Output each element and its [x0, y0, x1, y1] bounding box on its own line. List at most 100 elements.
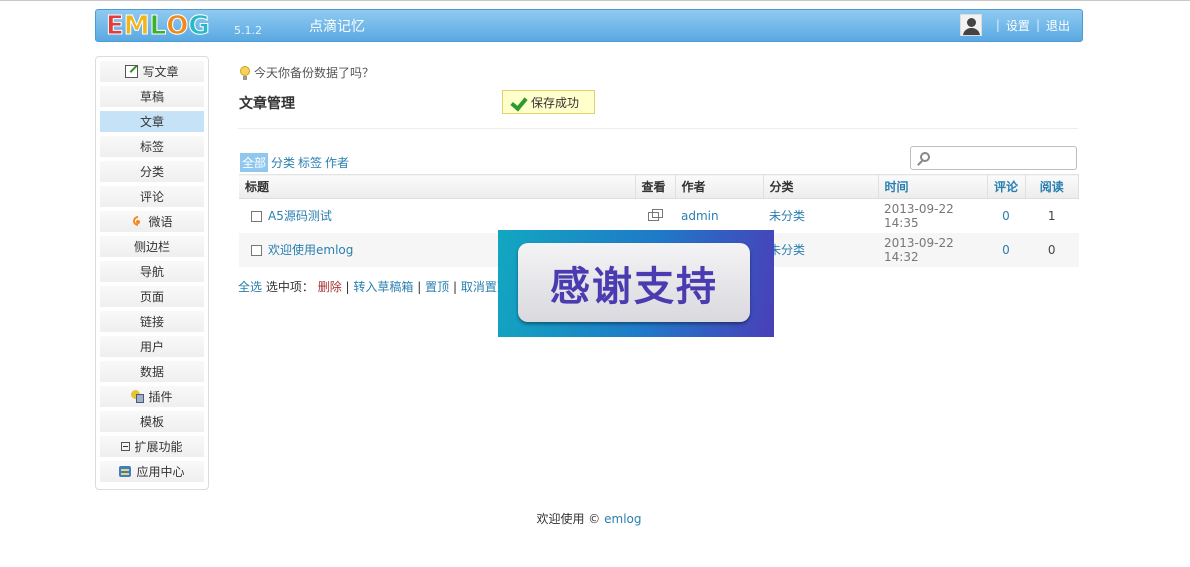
thanks-banner-panel: 感谢支持: [518, 243, 750, 322]
sidebar-item[interactable]: 评论: [100, 186, 204, 207]
search-input[interactable]: [910, 146, 1077, 170]
delete-link[interactable]: 删除: [318, 280, 342, 294]
post-reads: 0: [1025, 232, 1079, 267]
sidebar-item-label: 微语: [148, 215, 173, 229]
sidebar-item[interactable]: 页面: [100, 286, 204, 307]
table-row: A5源码测试 admin 未分类 2013-09-22 14:35 0 1: [239, 199, 1079, 233]
success-message: 保存成功: [502, 90, 595, 114]
settings-link[interactable]: 设置: [1006, 17, 1030, 34]
footer-emlog-link[interactable]: emlog: [604, 512, 641, 526]
selected-label: 选中项：: [265, 280, 314, 294]
sidebar-item[interactable]: 侧边栏: [100, 236, 204, 257]
post-title-link[interactable]: 欢迎使用emlog: [268, 243, 353, 257]
sidebar-item-label: 模板: [139, 415, 164, 429]
backup-tip: 今天你备份数据了吗？: [240, 64, 374, 81]
sidebar-item[interactable]: 插件: [100, 386, 204, 407]
divider: [238, 128, 1078, 129]
avatar[interactable]: [959, 14, 982, 36]
emlog-logo[interactable]: EMLOG: [106, 11, 211, 41]
filter-all[interactable]: 全部: [240, 153, 269, 172]
sidebar-item[interactable]: 扩展功能: [100, 436, 204, 457]
sidebar-nav: 写文章草稿文章标签分类评论微语侧边栏导航页面链接用户数据插件模板扩展功能应用中心: [95, 56, 209, 490]
plugin-icon: [131, 390, 145, 403]
logo-letter: G: [188, 11, 210, 41]
sidebar-item[interactable]: 分类: [100, 161, 204, 182]
search-icon: [920, 152, 930, 162]
logo-letter: L: [149, 11, 167, 41]
sidebar-item[interactable]: 微语: [100, 211, 204, 232]
sidebar-item-label: 导航: [139, 265, 164, 279]
sidebar-item-label: 写文章: [142, 65, 179, 79]
blog-name-link[interactable]: 点滴记忆: [309, 16, 365, 36]
logo-letter: E: [106, 11, 125, 41]
col-reads-sort[interactable]: 阅读: [1025, 174, 1079, 199]
app-center-icon: [119, 465, 132, 478]
edit-icon: [125, 65, 139, 78]
sidebar-item-label: 文章: [139, 115, 164, 129]
lightbulb-icon: [240, 65, 250, 80]
separator: |: [345, 280, 350, 294]
sidebar-item[interactable]: 用户: [100, 336, 204, 357]
sidebar-item[interactable]: 链接: [100, 311, 204, 332]
separator: |: [1035, 18, 1040, 32]
col-title: 标题: [239, 174, 636, 199]
logout-link[interactable]: 退出: [1046, 17, 1070, 34]
thanks-banner-text: 感谢支持: [550, 263, 718, 310]
pin-link[interactable]: 置顶: [425, 280, 449, 294]
sidebar-item[interactable]: 导航: [100, 261, 204, 282]
col-comments-sort[interactable]: 评论: [987, 174, 1026, 199]
filter-tag[interactable]: 标签: [298, 154, 322, 171]
post-time: 2013-09-22 14:35: [884, 201, 954, 230]
separator: |: [452, 280, 458, 294]
sidebar-item[interactable]: 数据: [100, 361, 204, 382]
checkmark-icon: [513, 97, 527, 107]
sidebar-item[interactable]: 文章: [100, 111, 204, 132]
col-view: 查看: [635, 174, 676, 199]
success-message-text: 保存成功: [531, 95, 580, 110]
sidebar-item-label: 分类: [139, 165, 164, 179]
col-category: 分类: [763, 174, 879, 199]
sidebar-item-label: 扩展功能: [134, 440, 183, 454]
separator: |: [995, 18, 1000, 32]
post-time: 2013-09-22 14:32: [878, 232, 987, 267]
logo-letter: M: [123, 11, 150, 41]
post-reads: 1: [1047, 208, 1056, 223]
top-border: [0, 0, 1190, 1]
sidebar-item-label: 页面: [139, 290, 164, 304]
header-user-menu: | 设置 | 退出: [959, 14, 1070, 36]
sidebar-item[interactable]: 模板: [100, 411, 204, 432]
sidebar-item-label: 用户: [139, 340, 164, 354]
separator: |: [417, 280, 422, 294]
post-title-link[interactable]: A5源码测试: [268, 209, 332, 223]
sidebar-item-label: 插件: [148, 390, 173, 404]
sidebar-item-label: 评论: [139, 190, 164, 204]
sidebar-item[interactable]: 应用中心: [100, 461, 204, 482]
post-comments-link[interactable]: 0: [1002, 209, 1010, 223]
footer-text: 欢迎使用 ©: [536, 512, 601, 526]
sidebar-item-label: 数据: [139, 365, 164, 379]
sidebar-item-label: 草稿: [139, 90, 164, 104]
version-label: 5.1.2: [234, 24, 262, 37]
header-bar: EMLOG 5.1.2 点滴记忆 | 设置 | 退出: [95, 9, 1083, 42]
row-checkbox[interactable]: [251, 245, 262, 256]
post-category-link[interactable]: 未分类: [769, 243, 805, 257]
external-view-icon[interactable]: [648, 208, 663, 221]
col-author: 作者: [675, 174, 764, 199]
post-comments-link[interactable]: 0: [1002, 243, 1010, 257]
filter-bar: 全部 分类 标签 作者: [240, 153, 349, 172]
post-author-link[interactable]: admin: [681, 209, 719, 223]
page-title: 文章管理: [239, 96, 295, 112]
footer: 欢迎使用 © emlog: [0, 510, 1178, 527]
sidebar-item-label: 链接: [139, 315, 164, 329]
filter-category[interactable]: 分类: [271, 154, 295, 171]
post-category-link[interactable]: 未分类: [769, 209, 805, 223]
tip-text: 今天你备份数据了吗？: [254, 66, 375, 80]
filter-author[interactable]: 作者: [325, 154, 349, 171]
sidebar-item[interactable]: 标签: [100, 136, 204, 157]
sidebar-item[interactable]: 草稿: [100, 86, 204, 107]
sidebar-item[interactable]: 写文章: [100, 61, 204, 82]
col-time-sort[interactable]: 时间: [878, 174, 988, 199]
select-all-link[interactable]: 全选: [238, 280, 262, 294]
row-checkbox[interactable]: [251, 211, 262, 223]
to-draft-link[interactable]: 转入草稿箱: [353, 280, 413, 294]
